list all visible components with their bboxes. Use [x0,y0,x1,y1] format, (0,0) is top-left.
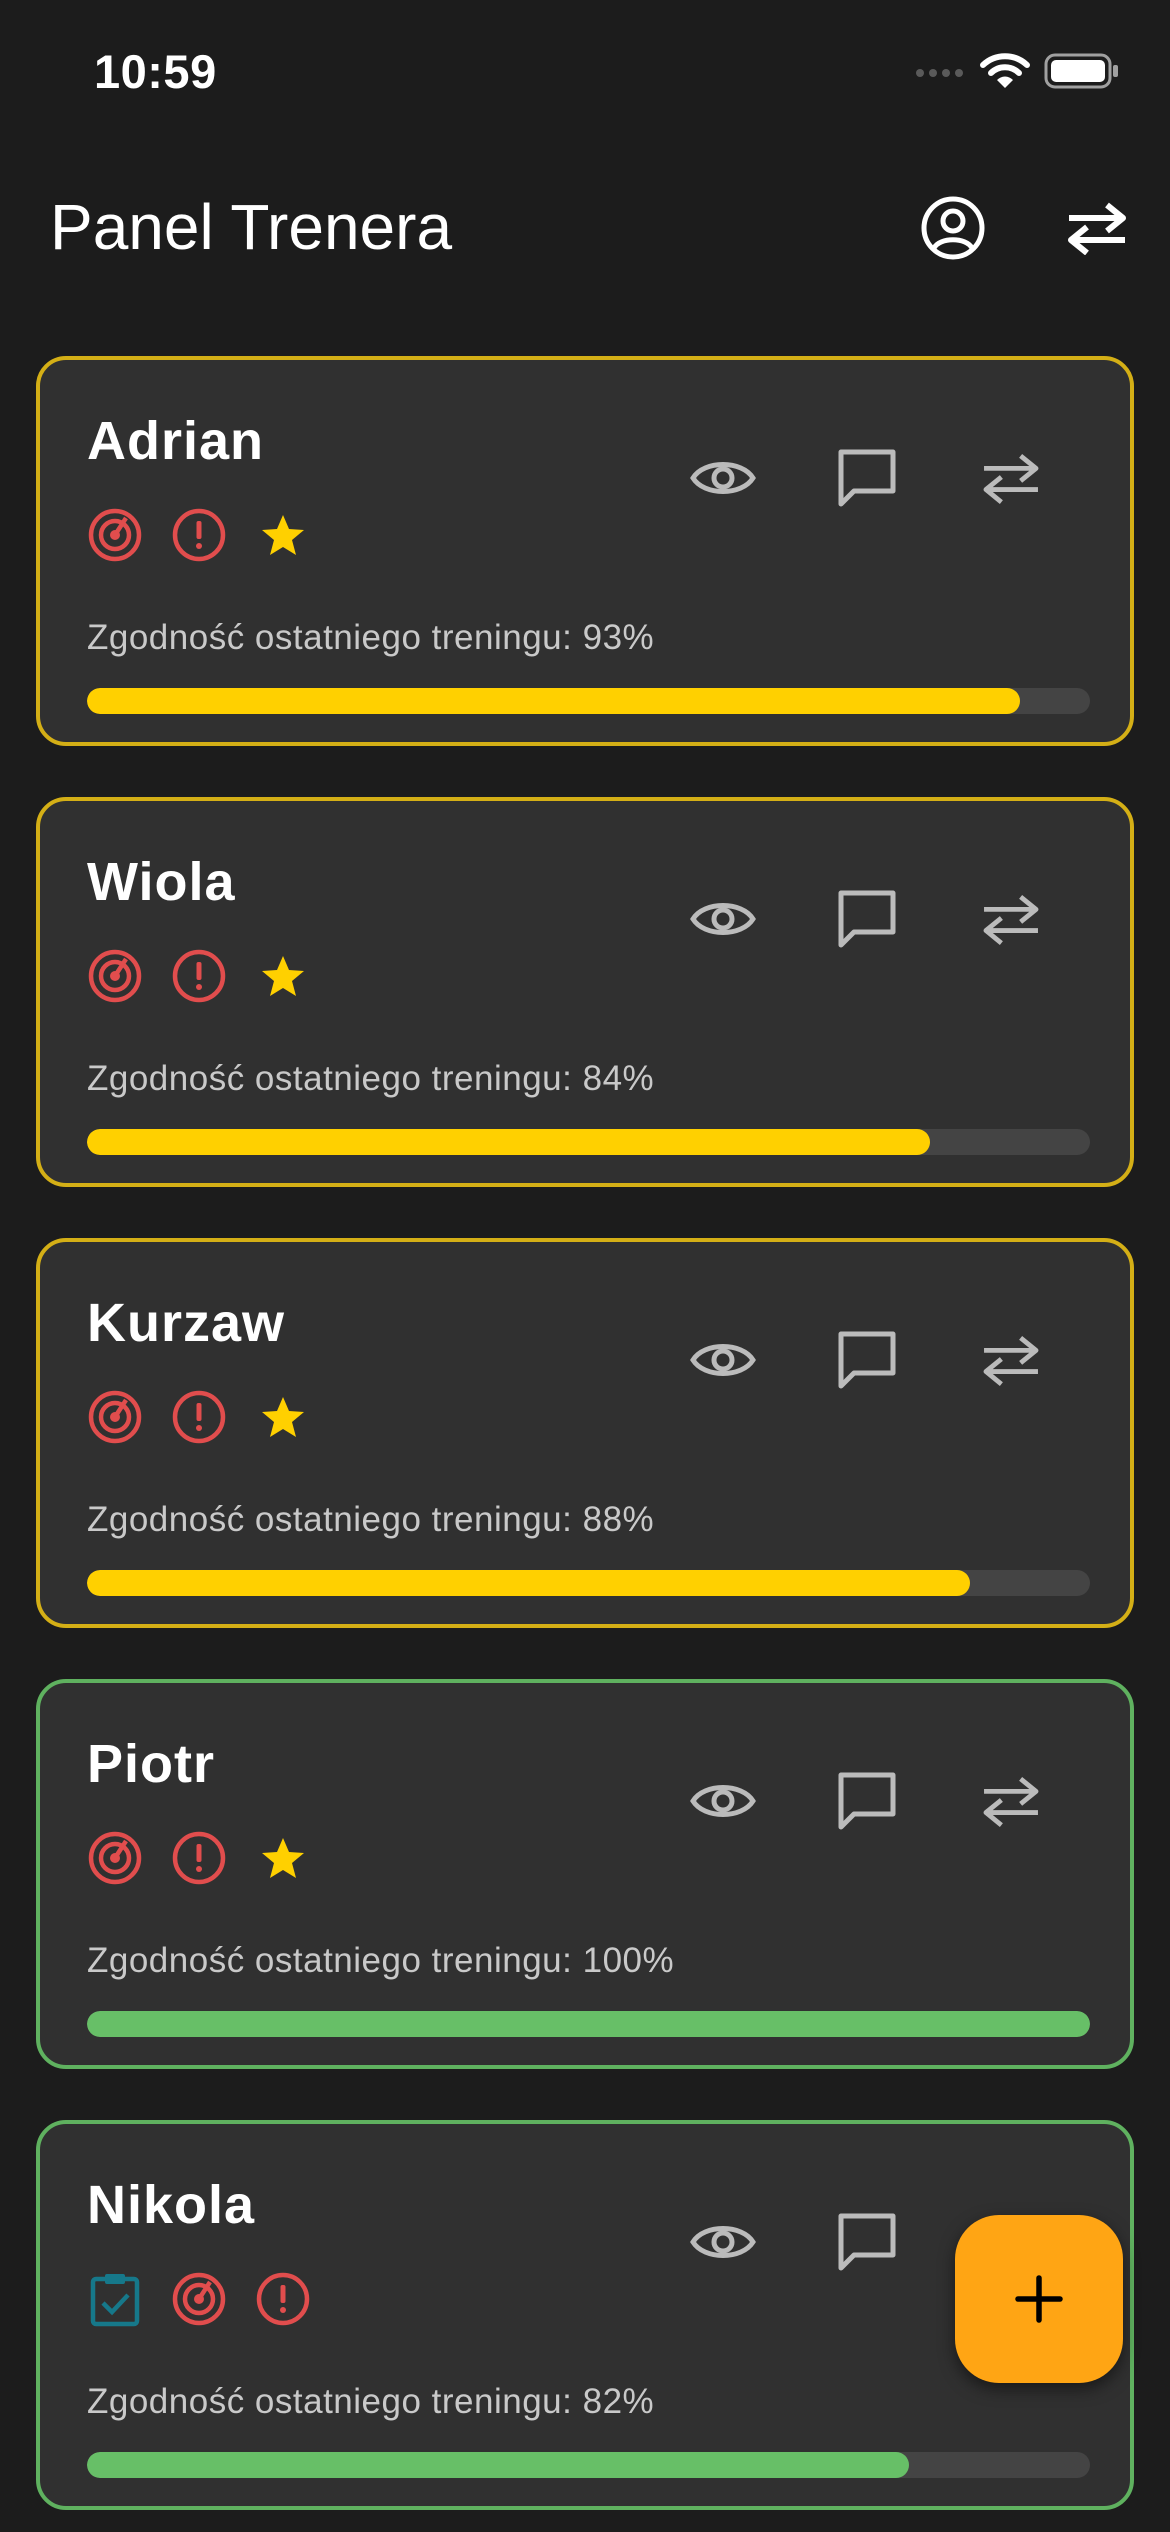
compliance-label: Zgodność ostatniego treningu: 100% [87,1941,675,1980]
battery-icon [1044,52,1120,95]
trainee-name: Piotr [87,1734,216,1794]
eye-icon[interactable] [685,881,761,957]
compliance-label: Zgodność ostatniego treningu: 82% [87,2382,655,2421]
status-bar: 10:59 [0,0,1170,150]
card-actions [685,1763,1049,1839]
message-icon[interactable] [829,440,905,516]
compliance-label: Zgodność ostatniego treningu: 84% [87,1059,655,1098]
compliance-progress-bar [87,1570,1090,1596]
card-actions [685,1322,1049,1398]
compliance-progress-bar [87,2011,1090,2037]
page-title: Panel Trenera [50,191,453,263]
progress-fill [87,1129,930,1155]
alert-circle-icon [171,948,227,1004]
star-icon [255,1389,311,1445]
trainee-name: Nikola [87,2175,256,2235]
badge-row [87,507,311,563]
trainee-card[interactable]: Piotr Zgodność ostatniego treningu: 100% [36,1679,1134,2069]
app-header: Panel Trenera [0,160,1170,290]
progress-fill [87,2452,910,2478]
star-icon [255,1830,311,1886]
compliance-progress-bar [87,688,1090,714]
swap-horizontal-icon[interactable] [973,881,1049,957]
trainee-name: Wiola [87,852,236,912]
status-time: 10:59 [94,45,217,98]
swap-horizontal-icon[interactable] [973,1322,1049,1398]
card-actions [685,440,1049,516]
target-icon [87,1830,143,1886]
status-indicators [914,52,1120,95]
target-icon [87,507,143,563]
alert-circle-icon [171,507,227,563]
add-trainee-button[interactable]: + [955,2215,1123,2383]
progress-fill [87,1570,970,1596]
compliance-label: Zgodność ostatniego treningu: 93% [87,618,655,657]
target-icon [171,2271,227,2327]
alert-circle-icon [171,1389,227,1445]
compliance-progress-bar [87,1129,1090,1155]
progress-fill [87,2011,1090,2037]
message-icon[interactable] [829,1763,905,1839]
eye-icon[interactable] [685,1322,761,1398]
badge-row [87,948,311,1004]
wifi-icon [980,52,1030,95]
target-icon [87,1389,143,1445]
eye-icon[interactable] [685,2204,761,2280]
alert-circle-icon [171,1830,227,1886]
star-icon [255,507,311,563]
eye-icon[interactable] [685,440,761,516]
target-icon [87,948,143,1004]
clipboard-check-icon [87,2271,143,2327]
compliance-progress-bar [87,2452,1090,2478]
message-icon[interactable] [829,2204,905,2280]
star-icon [255,948,311,1004]
signal-icon [914,64,966,83]
trainee-card[interactable]: Kurzaw Zgodność ostatniego treningu: 88% [36,1238,1134,1628]
message-icon[interactable] [829,1322,905,1398]
trainee-card[interactable]: Adrian Zgodność ostatniego treningu: 93% [36,356,1134,746]
swap-horizontal-icon[interactable] [1059,190,1135,266]
badge-row [87,1389,311,1445]
card-actions [685,881,1049,957]
account-circle-icon[interactable] [915,190,991,266]
badge-row [87,1830,311,1886]
progress-fill [87,688,1020,714]
alert-circle-icon [255,2271,311,2327]
plus-icon [1015,2275,1063,2323]
trainee-card[interactable]: Wiola Zgodność ostatniego treningu: 84% [36,797,1134,1187]
trainee-name: Kurzaw [87,1293,286,1353]
trainee-name: Adrian [87,411,265,471]
badge-row [87,2271,311,2327]
swap-horizontal-icon[interactable] [973,1763,1049,1839]
compliance-label: Zgodność ostatniego treningu: 88% [87,1500,655,1539]
swap-horizontal-icon[interactable] [973,440,1049,516]
eye-icon[interactable] [685,1763,761,1839]
message-icon[interactable] [829,881,905,957]
